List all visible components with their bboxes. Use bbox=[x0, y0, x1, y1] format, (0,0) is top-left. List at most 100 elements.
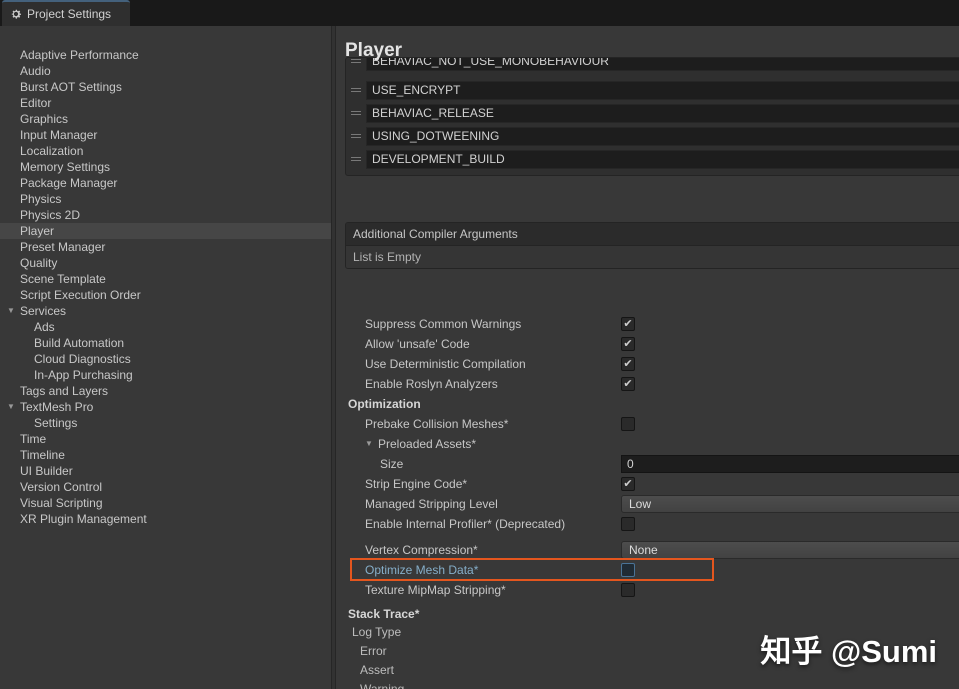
setting-row-allow-unsafe-code: Allow 'unsafe' Code ✔ bbox=[336, 334, 959, 354]
define-symbol-field[interactable]: DEVELOPMENT_BUILD bbox=[366, 150, 959, 169]
sidebar-item-package-manager[interactable]: Package Manager bbox=[0, 175, 331, 191]
sidebar-item-ads[interactable]: Ads bbox=[0, 319, 331, 335]
stack-trace-label[interactable]: Error bbox=[360, 642, 387, 661]
setting-row-preloaded-assets: ▼ Preloaded Assets* bbox=[336, 434, 959, 454]
sidebar-item-time[interactable]: Time bbox=[0, 431, 331, 447]
setting-row-size: Size 0 bbox=[336, 454, 959, 474]
sidebar-item-physics[interactable]: Physics bbox=[0, 191, 331, 207]
input-size[interactable]: 0 bbox=[621, 455, 959, 473]
sidebar-item-cloud-diagnostics[interactable]: Cloud Diagnostics bbox=[0, 351, 331, 367]
stack-trace-header: Stack Trace* bbox=[348, 607, 420, 621]
setting-label: Suppress Common Warnings bbox=[365, 317, 522, 331]
checkbox-enable-internal-profiler-deprecated[interactable] bbox=[621, 517, 635, 531]
define-symbol-row: USE_ENCRYPT bbox=[346, 81, 959, 100]
setting-label: Managed Stripping Level bbox=[365, 497, 498, 511]
stack-trace-header-row: Stack Trace* bbox=[336, 605, 959, 623]
sidebar-item-label: Editor bbox=[20, 96, 52, 110]
sidebar-item-scene-template[interactable]: Scene Template bbox=[0, 271, 331, 287]
checkbox-suppress-common-warnings[interactable]: ✔ bbox=[621, 317, 635, 331]
checkbox-optimize-mesh-data[interactable] bbox=[621, 563, 635, 577]
define-symbol-field[interactable]: USING_DOTWEENING bbox=[366, 127, 959, 146]
setting-row-prebake-collision-meshes: Prebake Collision Meshes* bbox=[336, 414, 959, 434]
sidebar-item-tags-and-layers[interactable]: Tags and Layers bbox=[0, 383, 331, 399]
watermark: 知乎 @Sumi bbox=[760, 634, 937, 669]
define-symbol-row: BEHAVIAC_NOT_USE_MONOBEHAVIOUR bbox=[346, 58, 959, 71]
compiler-arguments-header[interactable]: Additional Compiler Arguments bbox=[346, 223, 959, 246]
sidebar-item-label: Graphics bbox=[20, 112, 69, 126]
define-symbol-row: USING_DOTWEENING bbox=[346, 127, 959, 146]
sidebar-item-in-app-purchasing[interactable]: In-App Purchasing bbox=[0, 367, 331, 383]
sidebar-item-label: Cloud Diagnostics bbox=[34, 352, 131, 366]
sidebar-item-label: Burst AOT Settings bbox=[20, 80, 122, 94]
setting-label: Optimize Mesh Data* bbox=[365, 563, 479, 577]
setting-label: Prebake Collision Meshes* bbox=[365, 417, 509, 431]
drag-handle-icon[interactable] bbox=[351, 88, 361, 92]
stack-trace-label: Log Type bbox=[352, 625, 402, 639]
dropdown-vertex-compression[interactable]: None bbox=[621, 541, 959, 559]
setting-row-strip-engine-code: Strip Engine Code* ✔ bbox=[336, 474, 959, 494]
sidebar-item-textmesh-pro[interactable]: ▼ TextMesh Pro bbox=[0, 399, 331, 415]
sidebar-item-label: XR Plugin Management bbox=[20, 512, 147, 526]
checkbox-use-deterministic-compilation[interactable]: ✔ bbox=[621, 357, 635, 371]
sidebar-item-ui-builder[interactable]: UI Builder bbox=[0, 463, 331, 479]
sidebar-item-burst-aot-settings[interactable]: Burst AOT Settings bbox=[0, 79, 331, 95]
sidebar-item-timeline[interactable]: Timeline bbox=[0, 447, 331, 463]
setting-label: Allow 'unsafe' Code bbox=[365, 337, 470, 351]
setting-row-texture-mipmap-stripping: Texture MipMap Stripping* bbox=[336, 580, 959, 600]
sidebar-item-label: Settings bbox=[34, 416, 78, 430]
tab-project-settings[interactable]: Project Settings bbox=[2, 0, 130, 26]
sidebar-item-services[interactable]: ▼ Services bbox=[0, 303, 331, 319]
foldout-arrow-icon[interactable]: ▼ bbox=[7, 399, 15, 415]
drag-handle-icon[interactable] bbox=[351, 111, 361, 115]
sidebar-item-label: Physics bbox=[20, 192, 62, 206]
sidebar-item-player[interactable]: Player bbox=[0, 223, 331, 239]
sidebar-item-graphics[interactable]: Graphics bbox=[0, 111, 331, 127]
setting-label: Enable Roslyn Analyzers bbox=[365, 377, 498, 391]
setting-row-enable-internal-profiler-deprecated: Enable Internal Profiler* (Deprecated) bbox=[336, 514, 959, 534]
dropdown-managed-stripping-level[interactable]: Low bbox=[621, 495, 959, 513]
sidebar-item-label: Scene Template bbox=[20, 272, 106, 286]
compiler-arguments-empty-label: List is Empty bbox=[346, 246, 959, 268]
checkbox-strip-engine-code[interactable]: ✔ bbox=[621, 477, 635, 491]
checkbox-prebake-collision-meshes[interactable] bbox=[621, 417, 635, 431]
sidebar-item-version-control[interactable]: Version Control bbox=[0, 479, 331, 495]
player-settings-rows: Suppress Common Warnings ✔ Allow 'unsafe' … bbox=[336, 314, 959, 600]
sidebar-item-label: Package Manager bbox=[20, 176, 118, 190]
setting-row-optimization: Optimization bbox=[336, 394, 959, 414]
sidebar-item-label: Services bbox=[20, 304, 67, 318]
define-symbol-field[interactable]: USE_ENCRYPT bbox=[366, 81, 959, 100]
define-symbol-field[interactable]: BEHAVIAC_RELEASE bbox=[366, 104, 959, 123]
sidebar-item-adaptive-performance[interactable]: Adaptive Performance bbox=[0, 47, 331, 63]
sidebar-item-memory-settings[interactable]: Memory Settings bbox=[0, 159, 331, 175]
sidebar-item-settings[interactable]: Settings bbox=[0, 415, 331, 431]
sidebar-item-build-automation[interactable]: Build Automation bbox=[0, 335, 331, 351]
stack-trace-label[interactable]: Warning bbox=[360, 680, 404, 689]
sidebar-item-script-execution-order[interactable]: Script Execution Order bbox=[0, 287, 331, 303]
foldout-arrow-icon[interactable]: ▼ bbox=[7, 303, 15, 319]
sidebar-item-label: TextMesh Pro bbox=[20, 400, 94, 414]
sidebar-item-label: Ads bbox=[34, 320, 55, 334]
setting-row-managed-stripping-level: Managed Stripping Level Low bbox=[336, 494, 959, 514]
foldout-arrow-icon[interactable]: ▼ bbox=[365, 434, 373, 454]
checkbox-texture-mipmap-stripping[interactable] bbox=[621, 583, 635, 597]
section-header: Optimization bbox=[348, 397, 421, 411]
sidebar-item-visual-scripting[interactable]: Visual Scripting bbox=[0, 495, 331, 511]
checkbox-enable-roslyn-analyzers[interactable]: ✔ bbox=[621, 377, 635, 391]
stack-trace-label[interactable]: Assert bbox=[360, 661, 394, 680]
setting-label: Texture MipMap Stripping* bbox=[365, 583, 506, 597]
sidebar-item-preset-manager[interactable]: Preset Manager bbox=[0, 239, 331, 255]
sidebar-item-label: In-App Purchasing bbox=[34, 368, 133, 382]
sidebar-item-input-manager[interactable]: Input Manager bbox=[0, 127, 331, 143]
setting-label: Size bbox=[380, 457, 404, 471]
sidebar-item-quality[interactable]: Quality bbox=[0, 255, 331, 271]
define-symbol-field[interactable]: BEHAVIAC_NOT_USE_MONOBEHAVIOUR bbox=[366, 58, 959, 71]
sidebar-item-localization[interactable]: Localization bbox=[0, 143, 331, 159]
sidebar-item-audio[interactable]: Audio bbox=[0, 63, 331, 79]
setting-label: Enable Internal Profiler* (Deprecated) bbox=[365, 517, 566, 531]
sidebar-item-xr-plugin-management[interactable]: XR Plugin Management bbox=[0, 511, 331, 527]
sidebar-item-physics-2d[interactable]: Physics 2D bbox=[0, 207, 331, 223]
checkbox-allow-unsafe-code[interactable]: ✔ bbox=[621, 337, 635, 351]
drag-handle-icon[interactable] bbox=[351, 157, 361, 161]
drag-handle-icon[interactable] bbox=[351, 134, 361, 138]
sidebar-item-editor[interactable]: Editor bbox=[0, 95, 331, 111]
